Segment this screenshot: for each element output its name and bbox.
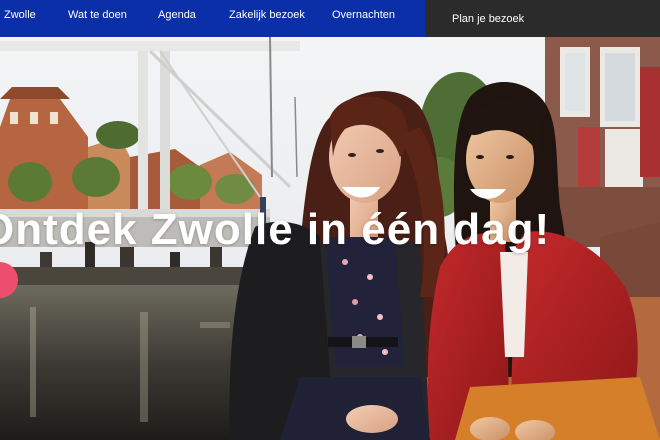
nav-item-agenda[interactable]: Agenda bbox=[158, 9, 196, 21]
hero-banner: Ontdek Zwolle in één dag! bbox=[0, 37, 660, 440]
nav-item-zakelijk-bezoek[interactable]: Zakelijk bezoek bbox=[229, 9, 305, 21]
main-menu: Zwolle Wat te doen Agenda Zakelijk bezoe… bbox=[0, 0, 425, 37]
nav-item-wat-te-doen[interactable]: Wat te doen bbox=[68, 9, 127, 21]
nav-item-zwolle[interactable]: Zwolle bbox=[4, 9, 36, 21]
top-navigation: Zwolle Wat te doen Agenda Zakelijk bezoe… bbox=[0, 0, 660, 37]
nav-item-overnachten[interactable]: Overnachten bbox=[332, 9, 395, 21]
plan-je-bezoek-button[interactable]: Plan je bezoek bbox=[425, 0, 660, 37]
hero-title: Ontdek Zwolle in één dag! bbox=[0, 205, 551, 254]
